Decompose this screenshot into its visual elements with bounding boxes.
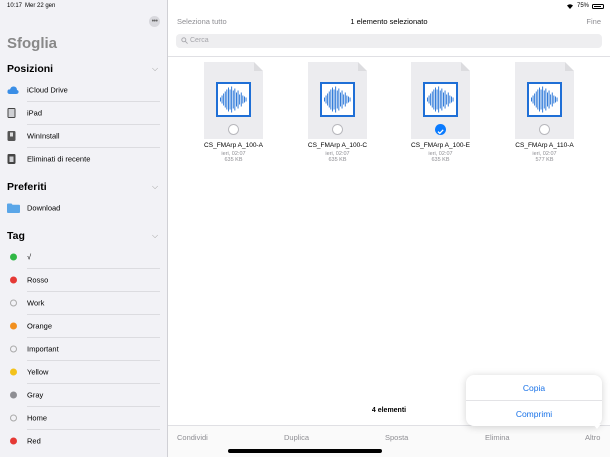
tag-color-dot-icon <box>10 276 17 283</box>
search-input[interactable]: Cerca <box>176 34 602 48</box>
tag-color-dot-icon <box>10 368 17 375</box>
sidebar-item-label: Eliminati di recente <box>27 154 91 163</box>
sidebar-tag-item[interactable]: Rosso <box>0 268 160 291</box>
ipad-icon <box>7 107 16 118</box>
chevron-down-icon[interactable]: ⌵ <box>152 232 159 240</box>
audio-waveform-icon <box>527 82 562 117</box>
sidebar: ••• Sfoglia Posizioni ⌵ iCloud Drive iPa… <box>0 0 168 457</box>
sidebar-item-icloud-drive[interactable]: iCloud Drive <box>0 78 160 101</box>
sidebar-tag-item[interactable]: Home <box>0 406 160 429</box>
audio-waveform-icon <box>320 82 355 117</box>
sidebar-tag-item[interactable]: Yellow <box>0 360 160 383</box>
sidebar-item-label: Download <box>27 203 61 212</box>
tag-color-dot-icon <box>10 253 17 260</box>
file-size: 635 KB <box>224 157 243 163</box>
home-indicator[interactable] <box>228 449 382 453</box>
file-size: 635 KB <box>328 157 347 163</box>
trash-icon <box>7 153 16 164</box>
file-name: CS_FMArp A_100-E <box>411 142 470 149</box>
sidebar-tag-item[interactable]: Red <box>0 429 160 452</box>
selection-circle-icon[interactable] <box>539 124 550 135</box>
tag-color-dot-icon <box>10 437 17 444</box>
more-button[interactable]: Altro <box>585 433 600 442</box>
sidebar-tag-item[interactable]: Work <box>0 291 160 314</box>
sidebar-tag-item[interactable]: √ <box>0 245 160 268</box>
selection-circle-icon[interactable] <box>228 124 239 135</box>
battery-percent: 75% <box>576 3 589 9</box>
sidebar-item-label: Yellow <box>27 367 49 376</box>
sidebar-item-label: Orange <box>27 321 53 330</box>
sidebar-item-label: Important <box>27 344 59 353</box>
audio-waveform-icon <box>423 82 458 117</box>
file-size: 635 KB <box>431 157 450 163</box>
sidebar-item-eliminati-di-recente[interactable]: Eliminati di recente <box>0 147 160 170</box>
wifi-icon <box>566 4 573 9</box>
sidebar-tag-item[interactable]: Orange <box>0 314 160 337</box>
chevron-down-icon[interactable]: ⌵ <box>152 183 159 191</box>
section-header-preferiti[interactable]: Preferiti <box>7 181 47 193</box>
sidebar-item-download[interactable]: Download <box>0 196 160 219</box>
sidebar-item-label: Home <box>27 413 48 422</box>
tag-color-dot-icon <box>10 391 17 398</box>
document-thumbnail <box>411 62 470 139</box>
battery-icon <box>592 3 604 9</box>
sidebar-item-label: Gray <box>27 390 44 399</box>
tag-color-dot-icon <box>10 345 17 352</box>
section-header-tag[interactable]: Tag <box>7 230 25 242</box>
status-date: Mer 22 gen <box>25 3 56 9</box>
audio-waveform-icon <box>216 82 251 117</box>
compress-menu-item[interactable]: Comprimi <box>466 401 602 426</box>
done-button[interactable]: Fine <box>586 17 601 26</box>
file-name: CS_FMArp A_100-A <box>204 142 263 149</box>
sidebar-item-label: iCloud Drive <box>27 85 68 94</box>
sidebar-item-wininstall[interactable]: WinInstall <box>0 124 160 147</box>
file-name: CS_FMArp A_100-C <box>307 142 368 149</box>
search-placeholder: Cerca <box>190 37 209 44</box>
page-title: 1 elemento selezionato <box>350 17 428 26</box>
tag-color-dot-icon <box>10 414 17 421</box>
delete-button[interactable]: Elimina <box>485 433 510 442</box>
move-button[interactable]: Sposta <box>385 433 408 442</box>
file-name: CS_FMArp A_110-A <box>515 142 574 149</box>
document-thumbnail <box>204 62 263 139</box>
usb-drive-icon <box>7 130 16 141</box>
sidebar-title: Sfoglia <box>7 35 58 52</box>
sidebar-item-label: Red <box>27 436 41 445</box>
search-icon <box>181 37 188 44</box>
sidebar-item-label: √ <box>27 252 32 261</box>
nav-bar: Seleziona tutto 1 elemento selezionato F… <box>168 12 610 30</box>
status-bar: 10:17 Mer 22 gen 75% <box>0 0 610 12</box>
tag-color-dot-icon <box>10 299 17 306</box>
document-thumbnail <box>308 62 367 139</box>
selection-circle-icon[interactable] <box>332 124 343 135</box>
duplicate-button[interactable]: Duplica <box>284 433 309 442</box>
sidebar-item-label: Rosso <box>27 275 49 284</box>
sidebar-item-label: Work <box>27 298 45 307</box>
section-header-posizioni[interactable]: Posizioni <box>7 63 53 75</box>
share-button[interactable]: Condividi <box>177 433 208 442</box>
sidebar-tag-item[interactable]: Important <box>0 337 160 360</box>
status-right: 75% <box>566 3 604 9</box>
file-size: 577 KB <box>535 157 554 163</box>
copy-menu-item[interactable]: Copia <box>466 375 602 400</box>
sidebar-item-label: WinInstall <box>27 131 60 140</box>
chevron-down-icon[interactable]: ⌵ <box>152 65 159 73</box>
folder-icon <box>7 203 20 213</box>
checkmark-icon[interactable] <box>435 124 446 135</box>
icloud-icon <box>7 85 19 94</box>
tag-color-dot-icon <box>10 322 17 329</box>
status-time: 10:17 <box>7 3 23 9</box>
sidebar-item-ipad[interactable]: iPad <box>0 101 160 124</box>
sidebar-item-label: iPad <box>27 108 43 117</box>
document-thumbnail <box>515 62 574 139</box>
divider <box>168 56 610 57</box>
ellipsis-icon[interactable]: ••• <box>149 16 160 27</box>
sidebar-tag-item[interactable]: Gray <box>0 383 160 406</box>
more-popover: Copia Comprimi <box>466 375 602 426</box>
